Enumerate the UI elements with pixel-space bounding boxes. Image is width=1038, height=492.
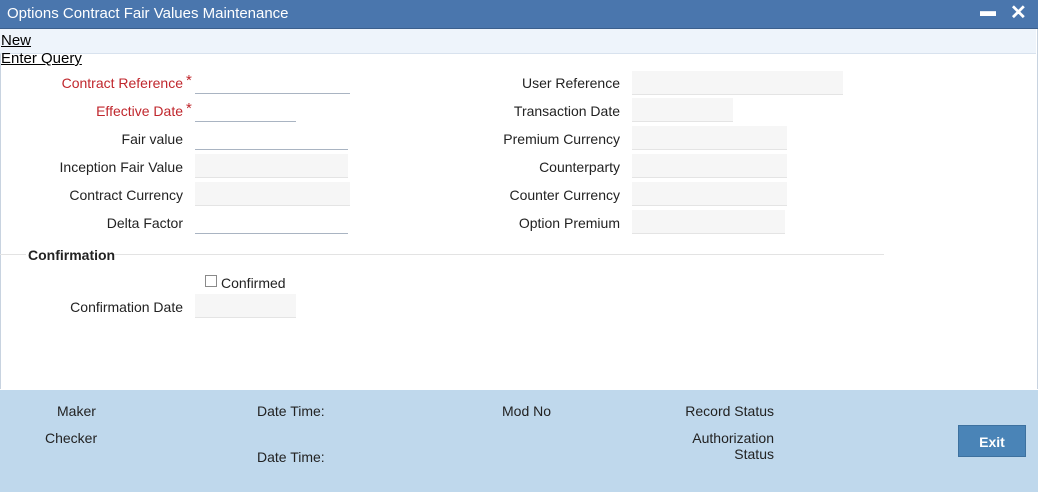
contract-currency-field (195, 182, 350, 206)
maker-label: Maker (57, 403, 96, 419)
required-marker: * (186, 100, 192, 117)
checker-label: Checker (45, 430, 98, 446)
confirmation-date-label: Confirmation Date (70, 299, 183, 315)
delta-factor-input[interactable] (195, 214, 348, 234)
counterparty-label: Counterparty (539, 159, 620, 175)
counter-currency-label: Counter Currency (509, 187, 621, 203)
delta-factor-label: Delta Factor (106, 215, 183, 231)
fair-value-label: Fair value (121, 131, 183, 147)
effective-date-input[interactable] (195, 102, 296, 122)
fair-value-input[interactable] (195, 130, 348, 150)
close-icon[interactable]: ✕ (1010, 0, 1027, 25)
section-divider (0, 254, 26, 255)
checker-date-time-label: Date Time: (257, 449, 325, 465)
counterparty-field (632, 154, 787, 178)
window-title-bar: Options Contract Fair Values Maintenance… (0, 0, 1038, 29)
contract-reference-input[interactable] (195, 74, 350, 94)
user-reference-label: User Reference (521, 75, 620, 91)
authorization-label: Authorization (692, 430, 774, 446)
record-status-label: Record Status (685, 403, 774, 419)
premium-currency-label: Premium Currency (503, 131, 620, 147)
user-reference-field (632, 71, 843, 95)
required-marker: * (186, 72, 192, 89)
transaction-date-field (632, 98, 733, 122)
menu-bar (0, 29, 1036, 54)
counter-currency-field (632, 182, 787, 206)
enter-query-link[interactable]: Enter Query (1, 50, 82, 67)
confirmation-section-title: Confirmation (28, 247, 116, 263)
confirmed-label: Confirmed (221, 275, 286, 291)
contract-reference-label: Contract Reference (61, 75, 183, 91)
mod-no-label: Mod No (502, 403, 552, 419)
transaction-date-label: Transaction Date (513, 103, 620, 119)
new-link[interactable]: New (1, 32, 31, 49)
window-title: Options Contract Fair Values Maintenance (7, 5, 289, 22)
inception-fair-value-label: Inception Fair Value (59, 159, 183, 175)
minimize-icon[interactable]: ▬ (980, 3, 996, 21)
maker-date-time-label: Date Time: (257, 403, 325, 419)
exit-button[interactable]: Exit (958, 425, 1026, 457)
option-premium-label: Option Premium (518, 215, 620, 231)
confirmed-checkbox[interactable] (205, 275, 217, 287)
contract-currency-label: Contract Currency (69, 187, 183, 203)
inception-fair-value-field (195, 154, 348, 178)
authorization-status-label: Status (734, 446, 774, 462)
confirmation-date-field (195, 294, 296, 318)
section-divider (114, 254, 884, 255)
effective-date-label: Effective Date (96, 103, 183, 119)
premium-currency-field (632, 126, 787, 150)
option-premium-field (632, 210, 785, 234)
